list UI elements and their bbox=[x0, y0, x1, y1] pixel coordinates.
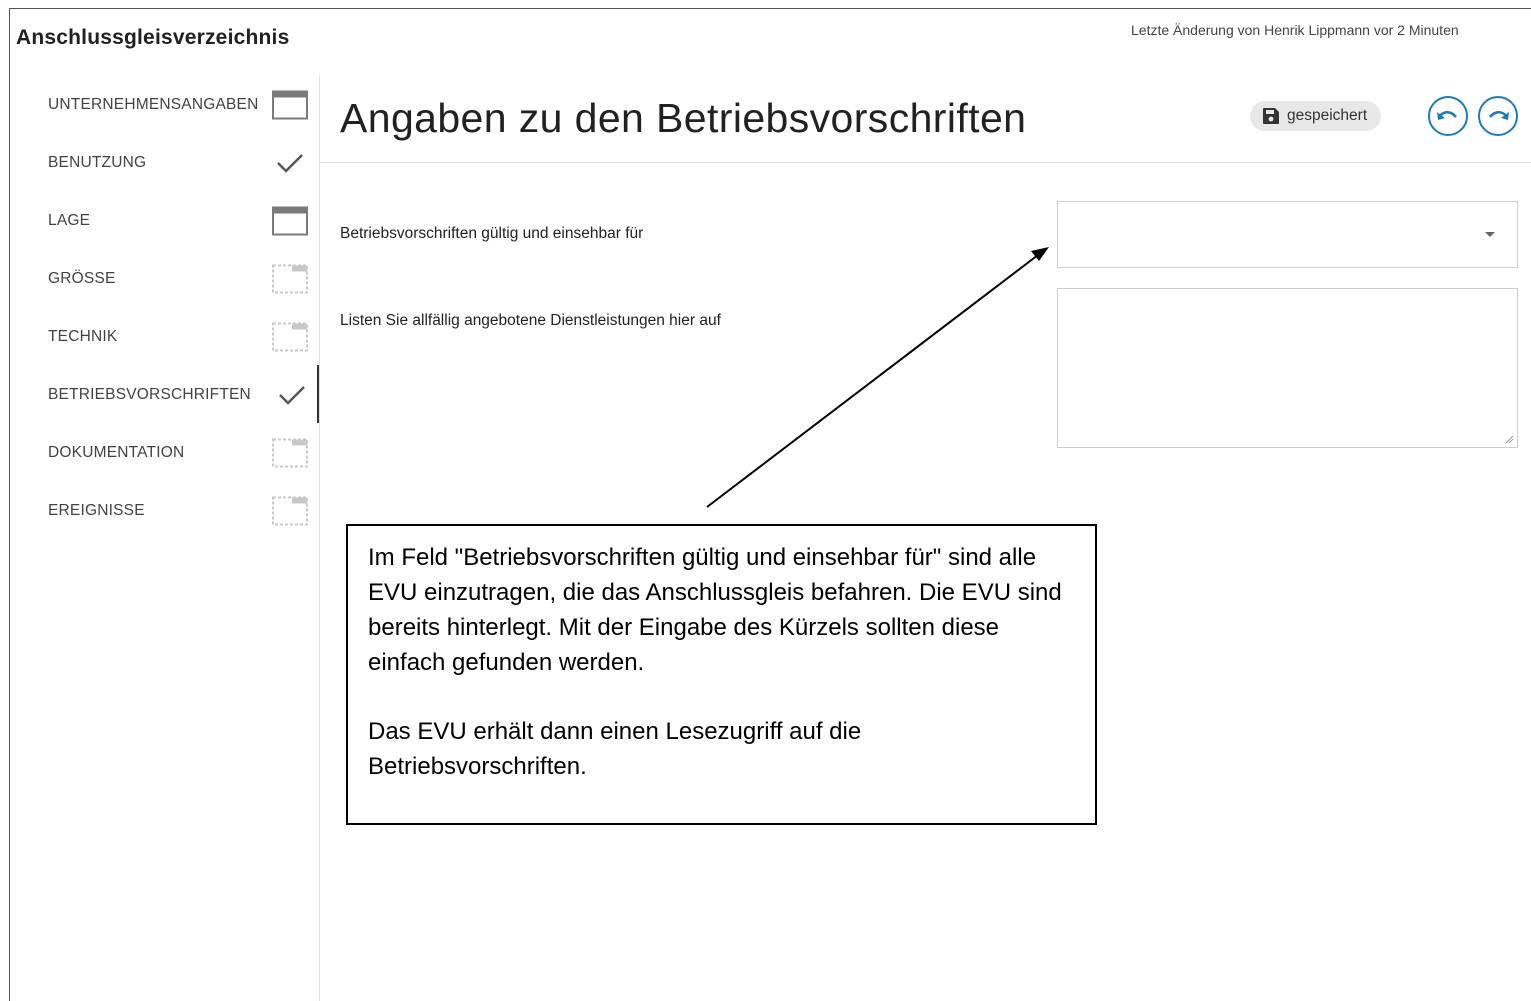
valid-for-select[interactable] bbox=[1057, 201, 1518, 268]
undo-icon bbox=[1437, 110, 1457, 120]
dashed-window-icon bbox=[272, 496, 308, 526]
sidebar-item-benutzung[interactable]: BENUTZUNG bbox=[10, 133, 319, 191]
check-icon bbox=[277, 154, 303, 173]
sidebar-item-technik[interactable]: TECHNIK bbox=[10, 307, 319, 365]
annotation-callout: Im Feld "Betriebsvorschriften gültig und… bbox=[346, 524, 1097, 825]
caret-down-icon bbox=[1485, 232, 1495, 237]
floppy-disk-icon bbox=[1263, 108, 1279, 124]
sidebar-item-label: BETRIEBSVORSCHRIFTEN bbox=[48, 386, 251, 403]
callout-paragraph-2: Das EVU erhält dann einen Lesezugriff au… bbox=[368, 718, 862, 780]
redo-icon bbox=[1489, 110, 1509, 120]
sidebar-item-betriebsvorschriften[interactable]: BETRIEBSVORSCHRIFTEN bbox=[10, 365, 319, 423]
callout-paragraph-1: Im Feld "Betriebsvorschriften gültig und… bbox=[368, 544, 1062, 676]
page-title: Angaben zu den Betriebsvorschriften bbox=[340, 95, 1027, 141]
services-textarea[interactable] bbox=[1057, 288, 1518, 448]
sidebar-item-groesse[interactable]: GRÖSSE bbox=[10, 249, 319, 307]
sidebar-item-dokumentation[interactable]: DOKUMENTATION bbox=[10, 423, 319, 481]
sidebar-item-ereignisse[interactable]: EREIGNISSE bbox=[10, 481, 319, 539]
resize-handle-icon[interactable] bbox=[1504, 434, 1514, 444]
sidebar-item-label: GRÖSSE bbox=[48, 270, 116, 287]
redo-button[interactable] bbox=[1478, 96, 1518, 136]
sidebar-item-unternehmensangaben[interactable]: UNTERNEHMENSANGABEN bbox=[10, 75, 319, 133]
dashed-window-icon bbox=[272, 264, 308, 294]
window-icon bbox=[272, 90, 308, 120]
app-title: Anschlussgleisverzeichnis bbox=[16, 26, 290, 49]
dashed-window-icon bbox=[272, 322, 308, 352]
last-change-info: Letzte Änderung von Henrik Lippmann vor … bbox=[1131, 22, 1459, 38]
sidebar-item-label: TECHNIK bbox=[48, 328, 118, 345]
window-icon bbox=[272, 206, 308, 236]
sidebar-item-label: LAGE bbox=[48, 212, 91, 229]
saved-status-chip[interactable]: gespeichert bbox=[1250, 101, 1382, 131]
top-bar: Anschlussgleisverzeichnis Letzte Änderun… bbox=[10, 9, 1531, 75]
services-label: Listen Sie allfällig angebotene Dienstle… bbox=[340, 312, 721, 329]
sidebar-item-label: UNTERNEHMENSANGABEN bbox=[48, 96, 259, 113]
sidebar: UNTERNEHMENSANGABEN BENUTZUNG LAGE GRÖSS… bbox=[10, 75, 320, 1001]
active-item-indicator bbox=[317, 365, 319, 423]
undo-button[interactable] bbox=[1428, 96, 1468, 136]
sidebar-item-lage[interactable]: LAGE bbox=[10, 191, 319, 249]
valid-for-label: Betriebsvorschriften gültig und einsehba… bbox=[340, 225, 644, 242]
dashed-window-icon bbox=[272, 438, 308, 468]
saved-status-label: gespeichert bbox=[1287, 107, 1368, 124]
sidebar-item-label: EREIGNISSE bbox=[48, 502, 145, 519]
header-divider bbox=[320, 162, 1531, 163]
sidebar-item-label: BENUTZUNG bbox=[48, 154, 147, 171]
check-icon bbox=[279, 386, 305, 405]
sidebar-item-label: DOKUMENTATION bbox=[48, 444, 185, 461]
